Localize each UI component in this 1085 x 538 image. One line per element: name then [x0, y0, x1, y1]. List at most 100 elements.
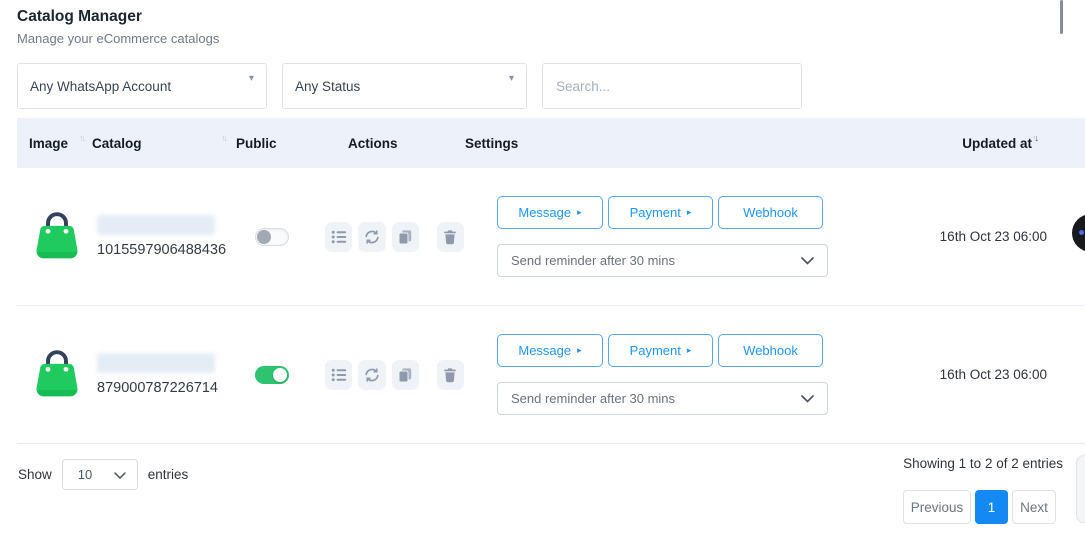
caret-right-icon: ▸: [577, 207, 582, 218]
column-header-image[interactable]: Image ↑↓: [17, 136, 92, 151]
shopping-bag-icon: [30, 390, 84, 407]
message-button[interactable]: Message ▸: [497, 334, 603, 367]
column-label: Updated at: [962, 136, 1032, 151]
actions-cell: [325, 222, 464, 252]
payment-button-label: Payment: [630, 205, 681, 220]
public-toggle[interactable]: [255, 228, 289, 246]
shopping-bag-icon: [30, 252, 84, 269]
catalog-name-redacted: [97, 353, 215, 373]
catalog-id: 1015597906488436: [97, 242, 236, 258]
delete-button[interactable]: [437, 222, 464, 252]
list-button[interactable]: [325, 222, 352, 252]
reminder-select[interactable]: Send reminder after 30 mins: [497, 244, 828, 277]
catalog-id: 879000787226714: [97, 380, 236, 396]
webhook-button[interactable]: Webhook: [718, 334, 823, 367]
settings-buttons: Message ▸ Payment ▸ Webhook: [497, 334, 900, 367]
payment-button[interactable]: Payment ▸: [608, 196, 713, 229]
column-header-catalog[interactable]: Catalog ↑↓: [92, 136, 236, 151]
updated-at: 16th Oct 23 06:00: [940, 367, 1085, 382]
column-label: Actions: [348, 136, 398, 151]
copy-icon: [397, 367, 413, 383]
caret-right-icon: ▸: [577, 345, 582, 356]
sort-icon: ↑↓: [221, 133, 226, 143]
status-select-value: Any Status: [295, 79, 360, 94]
chevron-down-icon: [114, 467, 126, 482]
actions-cell: [325, 360, 464, 390]
refresh-button[interactable]: [358, 222, 385, 252]
previous-page-button[interactable]: Previous: [903, 490, 971, 524]
column-header-actions: Actions: [325, 136, 464, 151]
list-button[interactable]: [325, 360, 352, 390]
whatsapp-account-select[interactable]: Any WhatsApp Account ▾: [17, 63, 267, 109]
trash-icon: [442, 367, 458, 383]
catalog-cell: 879000787226714: [92, 353, 236, 396]
page-subtitle: Manage your eCommerce catalogs: [17, 31, 219, 46]
toggle-knob: [273, 368, 287, 382]
sort-icon: ↑↓: [79, 133, 84, 143]
column-header-settings: Settings: [464, 136, 900, 151]
page-size-select[interactable]: 10: [62, 459, 138, 490]
next-page-button[interactable]: Next: [1012, 490, 1056, 524]
table-row: 879000787226714: [17, 306, 1085, 444]
page-title: Catalog Manager: [17, 8, 219, 26]
catalog-table: Image ↑↓ Catalog ↑↓ Public Actions Setti…: [17, 118, 1085, 444]
settings-cell: Message ▸ Payment ▸ Webhook Send reminde…: [464, 334, 900, 415]
caret-right-icon: ▸: [687, 345, 692, 356]
list-icon: [331, 229, 347, 245]
page-header: Catalog Manager Manage your eCommerce ca…: [17, 8, 219, 46]
webhook-button[interactable]: Webhook: [718, 196, 823, 229]
payment-button-label: Payment: [630, 343, 681, 358]
refresh-button[interactable]: [358, 360, 385, 390]
entries-summary: Showing 1 to 2 of 2 entries: [903, 456, 1063, 471]
table-header-row: Image ↑↓ Catalog ↑↓ Public Actions Setti…: [17, 118, 1085, 168]
page-size-value: 10: [78, 467, 92, 482]
status-select[interactable]: Any Status ▾: [282, 63, 527, 109]
settings-buttons: Message ▸ Payment ▸ Webhook: [497, 196, 900, 229]
filters-bar: Any WhatsApp Account ▾ Any Status ▾: [17, 63, 802, 109]
column-label: Image: [29, 136, 68, 151]
payment-button[interactable]: Payment ▸: [608, 334, 713, 367]
message-button-label: Message: [518, 205, 571, 220]
reminder-select[interactable]: Send reminder after 30 mins: [497, 382, 828, 415]
copy-icon: [397, 229, 413, 245]
chevron-down-icon: [801, 391, 814, 406]
delete-button[interactable]: [437, 360, 464, 390]
catalog-manager-page: Catalog Manager Manage your eCommerce ca…: [0, 0, 1085, 538]
catalog-name-redacted: [97, 215, 215, 235]
table-row: 1015597906488436: [17, 168, 1085, 306]
chevron-down-icon: [801, 253, 814, 268]
search-input[interactable]: [542, 63, 802, 109]
page-1-button[interactable]: 1: [975, 490, 1008, 524]
column-header-updated-at[interactable]: Updated at ↑↓: [900, 136, 1085, 151]
copy-button[interactable]: [392, 222, 419, 252]
copy-button[interactable]: [392, 360, 419, 390]
scrollbar-thumb[interactable]: [1060, 0, 1063, 34]
list-icon: [331, 367, 347, 383]
toggle-knob: [257, 230, 271, 244]
column-label: Public: [236, 136, 277, 151]
settings-cell: Message ▸ Payment ▸ Webhook Send reminde…: [464, 196, 900, 277]
column-label: Settings: [465, 136, 518, 151]
public-toggle[interactable]: [255, 366, 289, 384]
message-button-label: Message: [518, 343, 571, 358]
refresh-icon: [364, 367, 380, 383]
reminder-select-value: Send reminder after 30 mins: [511, 391, 675, 406]
reminder-select-value: Send reminder after 30 mins: [511, 253, 675, 268]
page-size-group: Show 10 entries: [18, 459, 188, 490]
webhook-button-label: Webhook: [743, 205, 798, 220]
catalog-image-cell: [17, 203, 92, 270]
message-button[interactable]: Message ▸: [497, 196, 603, 229]
edge-widget-partial[interactable]: [1076, 455, 1085, 523]
show-label: Show: [18, 467, 52, 482]
caret-down-icon: ▾: [249, 73, 254, 84]
webhook-button-label: Webhook: [743, 343, 798, 358]
catalog-image-cell: [17, 341, 92, 408]
caret-right-icon: ▸: [687, 207, 692, 218]
whatsapp-account-select-value: Any WhatsApp Account: [30, 79, 171, 94]
caret-down-icon: ▾: [509, 73, 514, 84]
updated-at: 16th Oct 23 06:00: [940, 229, 1085, 244]
refresh-icon: [364, 229, 380, 245]
column-header-public: Public: [236, 136, 325, 151]
trash-icon: [442, 229, 458, 245]
entries-label: entries: [148, 467, 189, 482]
